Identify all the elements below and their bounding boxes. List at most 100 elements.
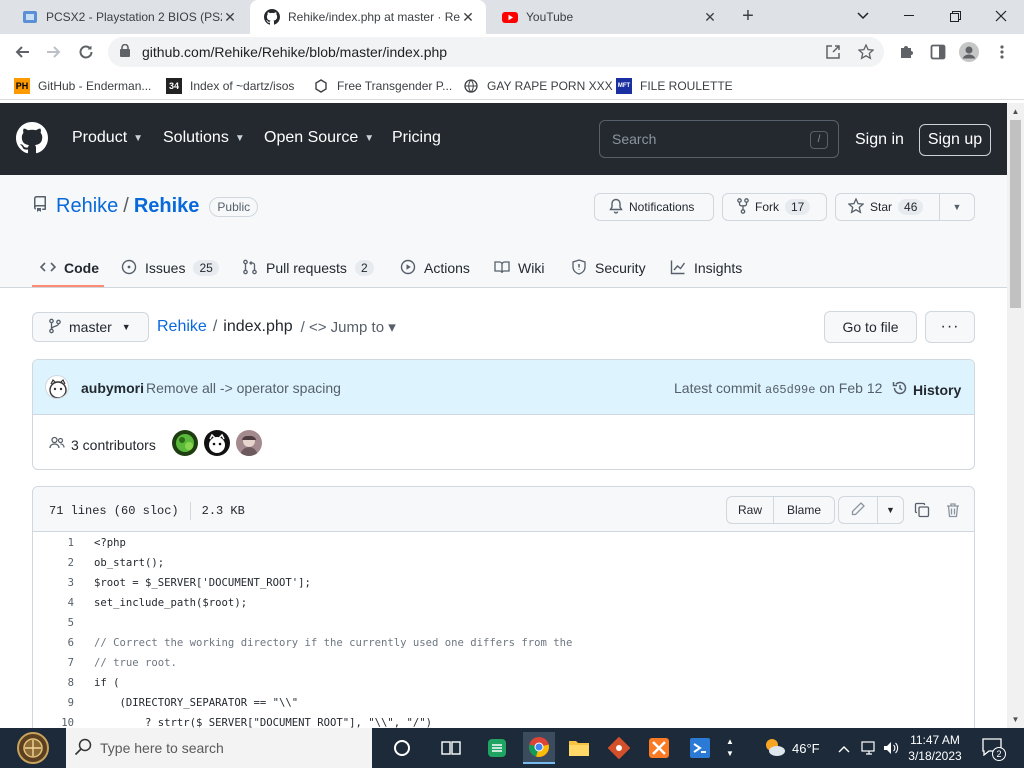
git-app-icon[interactable]	[603, 732, 635, 764]
task-view-icon[interactable]	[435, 732, 467, 764]
volume-icon[interactable]	[883, 728, 901, 768]
github-search-input[interactable]: Search /	[599, 120, 839, 158]
repo-header: Rehike / Rehike Public Notifications For…	[0, 175, 1007, 288]
page-scrollbar[interactable]: ▲ ▼	[1007, 103, 1024, 728]
tab-code[interactable]: Code	[39, 256, 99, 280]
line-number[interactable]: 7	[33, 653, 74, 673]
code-line: 1 <?php	[33, 533, 974, 553]
raw-button[interactable]: Raw	[726, 496, 774, 524]
line-number[interactable]: 5	[33, 613, 74, 633]
caret-down-icon: ▼	[121, 322, 131, 332]
minimize-icon[interactable]	[886, 0, 932, 32]
star-button[interactable]: Star 46	[835, 193, 940, 221]
file-explorer-icon[interactable]	[563, 732, 595, 764]
close-tab-icon[interactable]: ✕	[460, 9, 476, 26]
trash-icon[interactable]	[943, 500, 963, 520]
back-arrow-icon[interactable]	[8, 38, 36, 66]
browser-tab-github[interactable]: Rehike/index.php at master · Rehi ✕	[250, 0, 486, 34]
bookmark-file-roulette[interactable]: MFT FILE ROULETTE	[616, 75, 733, 97]
bookmark-free-transgender[interactable]: Free Transgender P...	[313, 75, 452, 97]
commit-message-link[interactable]: Remove all -> operator spacing	[146, 380, 341, 396]
line-number[interactable]: 8	[33, 673, 74, 693]
scroll-up-arrow-icon[interactable]: ▲	[1007, 103, 1024, 120]
tab-security[interactable]: Security	[571, 256, 646, 280]
jump-to-menu[interactable]: / <> Jump to ▾	[301, 318, 396, 336]
commit-author-link[interactable]: aubymori	[81, 380, 144, 396]
github-logo-icon[interactable]	[16, 122, 48, 154]
reload-icon[interactable]	[72, 38, 100, 66]
sign-up-button[interactable]: Sign up	[919, 124, 991, 156]
blame-button[interactable]: Blame	[773, 496, 835, 524]
chrome-menu-icon[interactable]	[988, 38, 1016, 66]
contributor-avatar[interactable]	[204, 430, 230, 456]
close-tab-icon[interactable]: ✕	[222, 9, 238, 26]
browser-tab-pcsx2[interactable]: PCSX2 - Playstation 2 BIOS (PS2 ✕	[8, 0, 248, 34]
side-panel-icon[interactable]	[924, 38, 952, 66]
contributors-link[interactable]: 3 contributors	[49, 435, 156, 454]
nav-solutions[interactable]: Solutions ▼	[163, 129, 245, 147]
extensions-puzzle-icon[interactable]	[892, 38, 920, 66]
star-dropdown-button[interactable]: ▼	[939, 193, 975, 221]
edit-dropdown-button[interactable]: ▼	[877, 496, 904, 524]
go-to-file-button[interactable]: Go to file	[824, 311, 917, 343]
edit-button[interactable]	[838, 496, 878, 524]
sign-in-link[interactable]: Sign in	[855, 131, 904, 149]
taskbar-search-input[interactable]: Type here to search	[66, 728, 372, 768]
branch-select-button[interactable]: master ▼	[32, 312, 149, 342]
nav-product[interactable]: Product ▼	[72, 129, 143, 147]
tab-actions[interactable]: Actions	[400, 256, 470, 280]
tab-insights[interactable]: Insights	[670, 256, 742, 280]
contributor-avatar[interactable]	[236, 430, 262, 456]
history-link[interactable]: History	[892, 380, 961, 399]
action-center-button[interactable]: 2	[982, 728, 1006, 768]
bookmark-star-icon[interactable]	[855, 41, 877, 63]
new-tab-button[interactable]: +	[736, 4, 760, 28]
close-tab-icon[interactable]: ✕	[702, 9, 718, 26]
breadcrumb-repo-link[interactable]: Rehike	[157, 318, 207, 336]
close-window-icon[interactable]	[978, 0, 1024, 32]
line-number[interactable]: 6	[33, 633, 74, 653]
restore-icon[interactable]	[932, 0, 978, 32]
weather-widget[interactable]: 46°F	[762, 728, 820, 768]
xampp-icon[interactable]	[643, 732, 675, 764]
show-hidden-icons[interactable]	[838, 728, 850, 768]
copy-icon[interactable]	[912, 500, 932, 520]
bookmark-github-enderman[interactable]: PH GitHub - Enderman...	[14, 75, 151, 97]
address-bar[interactable]: github.com/Rehike/Rehike/blob/master/ind…	[108, 37, 884, 67]
line-number[interactable]: 4	[33, 593, 74, 613]
repo-owner-link[interactable]: Rehike	[56, 195, 118, 218]
visual-studio-icon[interactable]	[684, 732, 716, 764]
browser-tab-youtube[interactable]: YouTube ✕	[488, 0, 728, 34]
share-icon[interactable]	[822, 41, 844, 63]
commit-sha-link[interactable]: a65d99e	[765, 383, 815, 397]
repo-name-link[interactable]: Rehike	[134, 195, 200, 218]
bookmark-dartz-isos[interactable]: 34 Index of ~dartz/isos	[166, 75, 294, 97]
scrollbar-thumb[interactable]	[1010, 120, 1021, 308]
system-clock[interactable]: 11:47 AM 3/18/2023	[903, 732, 967, 764]
line-number[interactable]: 2	[33, 553, 74, 573]
line-number[interactable]: 9	[33, 693, 74, 713]
author-avatar[interactable]	[45, 375, 69, 399]
fork-button[interactable]: Fork 17	[722, 193, 827, 221]
contributor-avatar[interactable]	[172, 430, 198, 456]
taskbar-scroll-arrows[interactable]: ▲ ▼	[726, 728, 734, 768]
forward-arrow-icon[interactable]	[40, 38, 68, 66]
tab-wiki[interactable]: Wiki	[494, 256, 544, 280]
more-options-button[interactable]: ···	[925, 311, 975, 343]
line-number[interactable]: 1	[33, 533, 74, 553]
cortana-icon[interactable]	[386, 732, 418, 764]
tab-issues[interactable]: Issues 25	[121, 256, 219, 280]
notifications-button[interactable]: Notifications	[594, 193, 714, 221]
scroll-down-arrow-icon[interactable]: ▼	[1007, 711, 1024, 728]
start-button[interactable]	[0, 728, 66, 768]
tab-search-chevron-icon[interactable]	[840, 0, 886, 32]
nav-open-source[interactable]: Open Source ▼	[264, 129, 374, 147]
sheets-app-icon[interactable]	[481, 732, 513, 764]
chrome-app-icon[interactable]	[523, 732, 555, 764]
tab-pull-requests[interactable]: Pull requests 2	[242, 256, 374, 280]
nav-pricing[interactable]: Pricing	[392, 129, 441, 147]
bookmark-gay-rape[interactable]: GAY RAPE PORN XXX	[463, 75, 613, 97]
network-icon[interactable]	[861, 728, 879, 768]
profile-avatar-icon[interactable]	[955, 38, 983, 66]
line-number[interactable]: 3	[33, 573, 74, 593]
